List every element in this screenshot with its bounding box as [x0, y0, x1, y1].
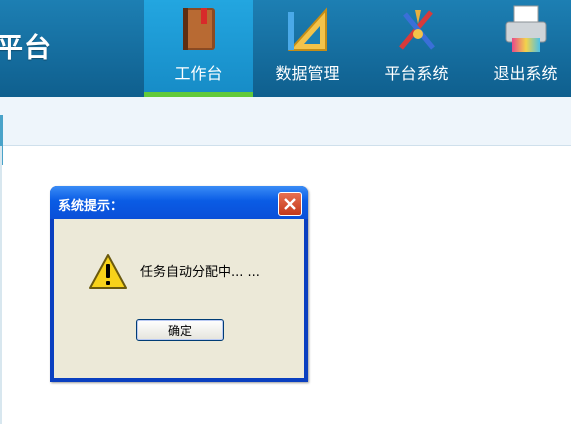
book-icon: [182, 8, 215, 50]
dialog-title: 系统提示：: [58, 199, 124, 214]
sub-toolbar: [0, 97, 571, 146]
dialog-body: 任务自动分配中... ... 确定: [54, 219, 304, 378]
dialog-titlebar[interactable]: 系统提示：: [50, 186, 308, 219]
nav-label: 退出系统: [493, 64, 558, 83]
nav-item-data-management[interactable]: 数据管理: [253, 0, 362, 97]
close-icon: [284, 198, 296, 210]
dialog-message: 任务自动分配中... ...: [140, 265, 260, 280]
top-header: 平台 工作台 数据管理 平台系统 退出系统: [0, 0, 571, 97]
warning-icon: [89, 254, 127, 289]
nav-label: 工作台: [174, 64, 223, 83]
close-button[interactable]: [278, 192, 302, 216]
nav-label: 数据管理: [275, 64, 340, 83]
printer-icon: [505, 5, 546, 52]
ruler-triangle-icon: [287, 7, 327, 51]
ok-button[interactable]: 确定: [136, 319, 224, 341]
nav-label: 平台系统: [384, 64, 449, 83]
tools-icon: [398, 10, 435, 50]
nav-item-exit-system[interactable]: 退出系统: [471, 0, 571, 97]
left-panel-border: [0, 146, 2, 424]
nav-item-platform-system[interactable]: 平台系统: [362, 0, 471, 97]
brand-title: 平台: [0, 33, 52, 64]
system-alert-dialog: 系统提示： 任务自动分配中... ... 确定: [50, 186, 308, 382]
nav-item-workbench[interactable]: 工作台: [144, 0, 253, 97]
